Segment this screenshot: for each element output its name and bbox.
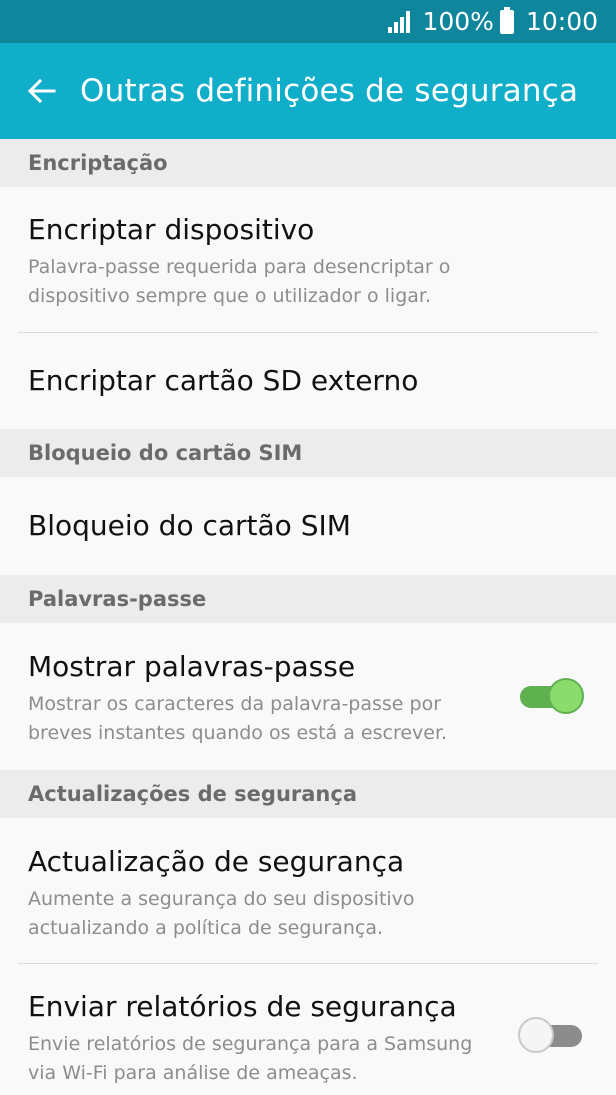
item-title: Encriptar cartão SD externo — [28, 364, 419, 397]
section-header-sim-lock: Bloqueio do cartão SIM — [0, 429, 616, 477]
item-title: Enviar relatórios de segurança — [28, 990, 457, 1023]
sim-card-lock-item[interactable]: Bloqueio do cartão SIM — [0, 477, 616, 574]
toggle-thumb — [518, 1017, 554, 1053]
clock: 10:00 — [525, 7, 598, 36]
encrypt-sd-card-item[interactable]: Encriptar cartão SD externo — [0, 333, 616, 429]
item-summary: Envie relatórios de segurança para a Sam… — [28, 1033, 473, 1084]
encrypt-device-item[interactable]: Encriptar dispositivo Palavra-passe requ… — [0, 187, 616, 332]
show-passwords-toggle[interactable] — [520, 676, 584, 714]
show-passwords-item[interactable]: Mostrar palavras-passe Mostrar os caract… — [0, 623, 616, 770]
item-title: Encriptar dispositivo — [28, 213, 315, 246]
item-summary: Aumente a segurança do seu dispositivo a… — [28, 888, 415, 939]
status-bar: 100% 10:00 — [0, 0, 616, 43]
section-header-security-updates: Actualizações de segurança — [0, 770, 616, 818]
page-title: Outras definições de segurança — [80, 73, 579, 109]
app-bar: Outras definições de segurança — [0, 43, 616, 139]
item-summary: Palavra-passe requerida para desencripta… — [28, 256, 451, 307]
section-header-passwords: Palavras-passe — [0, 575, 616, 623]
toggle-thumb — [548, 678, 584, 714]
item-title: Actualização de segurança — [28, 845, 405, 878]
send-security-reports-toggle[interactable] — [518, 1015, 584, 1053]
section-header-encryption: Encriptação — [0, 139, 616, 187]
battery-percent: 100% — [422, 7, 494, 36]
battery-icon — [499, 6, 514, 34]
item-summary: Mostrar os caracteres da palavra-passe p… — [28, 693, 448, 744]
item-title: Mostrar palavras-passe — [28, 650, 356, 683]
send-security-reports-item[interactable]: Enviar relatórios de segurança Envie rel… — [0, 964, 616, 1095]
item-title: Bloqueio do cartão SIM — [28, 509, 351, 542]
signal-icon — [388, 10, 412, 33]
security-update-item[interactable]: Actualização de segurança Aumente a segu… — [0, 818, 616, 963]
back-arrow-icon[interactable] — [12, 61, 72, 121]
